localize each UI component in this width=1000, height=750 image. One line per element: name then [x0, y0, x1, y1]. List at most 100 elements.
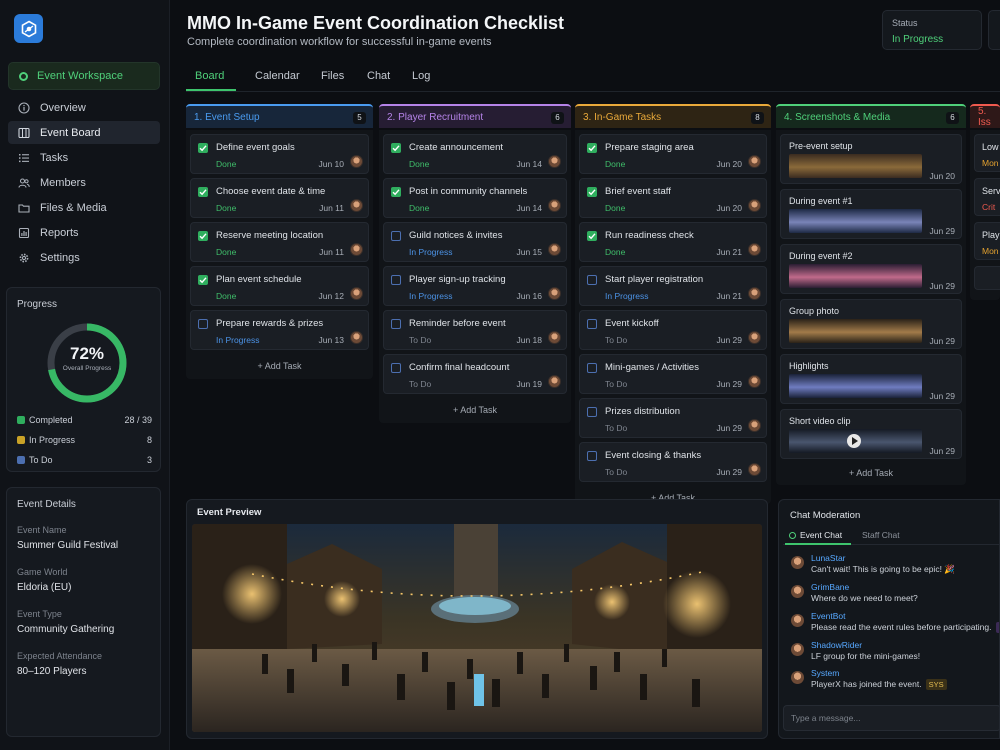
assignee-avatar[interactable] — [548, 155, 561, 168]
tab-calendar[interactable]: Calendar — [255, 70, 300, 82]
user-avatar[interactable] — [791, 671, 804, 684]
task-checkbox[interactable] — [587, 319, 597, 329]
task-checkbox[interactable] — [198, 231, 208, 241]
assignee-avatar[interactable] — [350, 243, 363, 256]
add-task-button[interactable]: + Add Task — [190, 354, 369, 378]
chat-message[interactable]: GrimBane Where do we need to meet? — [791, 582, 999, 606]
task-card[interactable]: Prepare staging area Done Jun 20 — [579, 134, 767, 174]
assignee-avatar[interactable] — [548, 199, 561, 212]
image-thumbnail[interactable] — [789, 374, 922, 398]
tab-log[interactable]: Log — [412, 70, 430, 82]
assignee-avatar[interactable] — [548, 287, 561, 300]
issue-card[interactable]: Serv Crit — [974, 178, 1000, 216]
tab-staff-chat[interactable]: Staff Chat — [862, 530, 900, 540]
assignee-avatar[interactable] — [548, 243, 561, 256]
assignee-avatar[interactable] — [748, 375, 761, 388]
user-avatar[interactable] — [791, 643, 804, 656]
add-task-button[interactable]: + Add Task — [780, 461, 962, 485]
task-checkbox[interactable] — [587, 143, 597, 153]
play-icon[interactable] — [847, 434, 861, 448]
user-avatar[interactable] — [791, 614, 804, 627]
task-checkbox[interactable] — [587, 275, 597, 285]
task-checkbox[interactable] — [587, 231, 597, 241]
sidebar-item-event-board[interactable]: Event Board — [8, 121, 160, 144]
sidebar-item-members[interactable]: Members — [8, 171, 160, 194]
tab-board[interactable]: Board — [195, 70, 224, 82]
task-card[interactable]: Player sign-up tracking In Progress Jun 16 — [383, 266, 567, 306]
task-checkbox[interactable] — [587, 187, 597, 197]
assignee-avatar[interactable] — [350, 199, 363, 212]
task-checkbox[interactable] — [587, 451, 597, 461]
assignee-avatar[interactable] — [748, 419, 761, 432]
message-author[interactable]: ShadowRider — [811, 640, 862, 650]
task-card[interactable]: Prepare rewards & prizes In Progress Jun 1… — [190, 310, 369, 350]
assignee-avatar[interactable] — [748, 155, 761, 168]
media-card[interactable]: Short video clip Jun 29 — [780, 409, 962, 459]
message-author[interactable]: LunaStar — [811, 553, 846, 563]
message-author[interactable]: System — [811, 668, 839, 678]
task-card[interactable]: Define event goals Done Jun 10 — [190, 134, 369, 174]
task-card[interactable]: Reminder before event To Do Jun 18 — [383, 310, 567, 350]
task-checkbox[interactable] — [587, 407, 597, 417]
image-thumbnail[interactable] — [789, 264, 922, 288]
task-card[interactable]: Event closing & thanks To Do Jun 29 — [579, 442, 767, 482]
event-preview-image[interactable] — [192, 524, 762, 732]
chat-message[interactable]: EventBot Please read the event rules befo… — [791, 611, 999, 635]
column-header[interactable]: 1. Event Setup 5 — [186, 104, 373, 128]
task-card[interactable]: Choose event date & time Done Jun 11 — [190, 178, 369, 218]
sidebar-item-files-media[interactable]: Files & Media — [8, 196, 160, 219]
task-card[interactable]: Brief event staff Done Jun 20 — [579, 178, 767, 218]
task-checkbox[interactable] — [198, 187, 208, 197]
image-thumbnail[interactable] — [789, 209, 922, 233]
media-card[interactable]: Group photo Jun 29 — [780, 299, 962, 349]
chat-message[interactable]: ShadowRider LF group for the mini-games! — [791, 640, 999, 664]
image-thumbnail[interactable] — [789, 319, 922, 343]
media-card[interactable]: Pre-event setup Jun 20 — [780, 134, 962, 184]
chat-message[interactable]: System PlayerX has joined the event. SYS — [791, 668, 999, 692]
task-card[interactable]: Post in community channels Done Jun 14 — [383, 178, 567, 218]
assignee-avatar[interactable] — [748, 463, 761, 476]
user-avatar[interactable] — [791, 556, 804, 569]
message-author[interactable]: EventBot — [811, 611, 846, 621]
media-card[interactable]: During event #2 Jun 29 — [780, 244, 962, 294]
user-avatar[interactable] — [791, 585, 804, 598]
task-checkbox[interactable] — [391, 231, 401, 241]
sidebar-item-settings[interactable]: Settings — [8, 246, 160, 269]
column-header[interactable]: 5. Iss — [970, 104, 1000, 128]
issue-card[interactable]: Play Mon — [974, 222, 1000, 260]
assignee-avatar[interactable] — [350, 331, 363, 344]
assignee-avatar[interactable] — [548, 375, 561, 388]
task-checkbox[interactable] — [391, 363, 401, 373]
task-checkbox[interactable] — [587, 363, 597, 373]
image-thumbnail[interactable] — [789, 154, 922, 178]
assignee-avatar[interactable] — [350, 287, 363, 300]
sidebar-item-reports[interactable]: Reports — [8, 221, 160, 244]
task-checkbox[interactable] — [391, 275, 401, 285]
column-header[interactable]: 4. Screenshots & Media 6 — [776, 104, 966, 128]
task-checkbox[interactable] — [391, 319, 401, 329]
task-card[interactable]: Guild notices & invites In Progress Jun 15 — [383, 222, 567, 262]
task-checkbox[interactable] — [391, 187, 401, 197]
sidebar-item-tasks[interactable]: Tasks — [8, 146, 160, 169]
media-card[interactable]: During event #1 Jun 29 — [780, 189, 962, 239]
tab-event-chat[interactable]: Event Chat — [789, 530, 842, 540]
task-card[interactable]: Create announcement Done Jun 14 — [383, 134, 567, 174]
task-checkbox[interactable] — [198, 143, 208, 153]
task-card[interactable]: Plan event schedule Done Jun 12 — [190, 266, 369, 306]
video-thumbnail[interactable] — [789, 429, 922, 453]
issue-card[interactable]: Low Mon — [974, 134, 1000, 172]
task-card[interactable]: Reserve meeting location Done Jun 11 — [190, 222, 369, 262]
column-header[interactable]: 2. Player Recruitment 6 — [379, 104, 571, 128]
chat-message[interactable]: LunaStar Can't wait! This is going to be … — [791, 553, 999, 577]
task-card[interactable]: Event kickoff To Do Jun 29 — [579, 310, 767, 350]
task-card[interactable]: Start player registration In Progress Jun … — [579, 266, 767, 306]
tab-files[interactable]: Files — [321, 70, 344, 82]
workspace-selector[interactable]: Event Workspace — [8, 62, 160, 90]
assignee-avatar[interactable] — [548, 331, 561, 344]
task-card[interactable]: Run readiness check Done Jun 21 — [579, 222, 767, 262]
assignee-avatar[interactable] — [748, 243, 761, 256]
task-checkbox[interactable] — [198, 275, 208, 285]
task-card[interactable]: Prizes distribution To Do Jun 29 — [579, 398, 767, 438]
task-card[interactable]: Confirm final headcount To Do Jun 19 — [383, 354, 567, 394]
assignee-avatar[interactable] — [748, 199, 761, 212]
